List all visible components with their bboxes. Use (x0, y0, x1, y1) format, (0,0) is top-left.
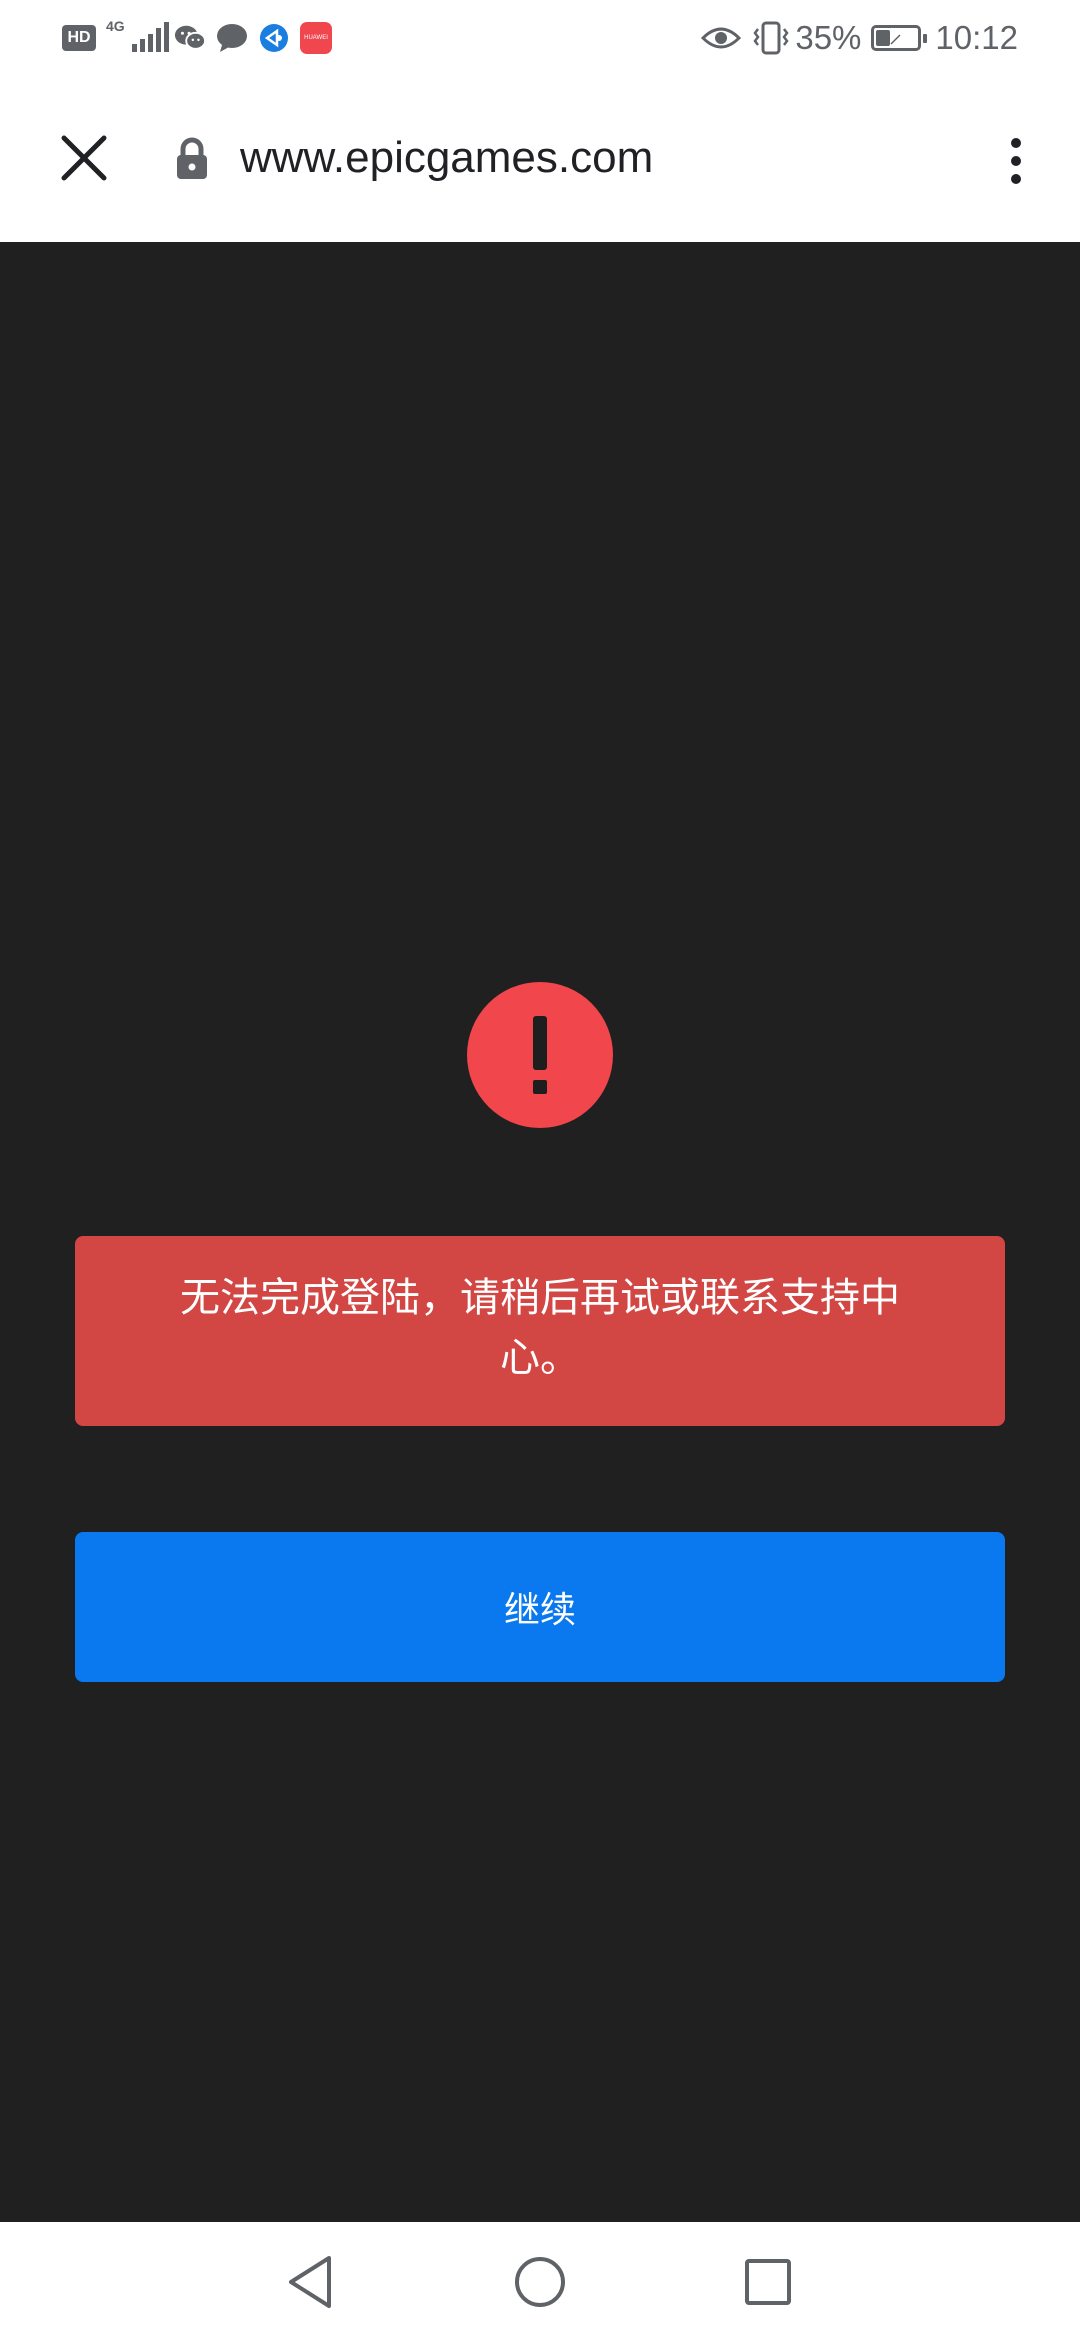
vibrate-icon (753, 21, 789, 55)
huawei-app-icon: HUAWEI (300, 22, 332, 54)
screen: HD 4G HUAWEI 35% 10:12 www.epicgames.com… (0, 0, 1080, 2340)
status-bar: HD 4G HUAWEI 35% 10:12 (0, 0, 1080, 76)
menu-dot (1011, 156, 1021, 166)
exclamation-dot (533, 1080, 547, 1094)
battery-percent: 35% (795, 19, 862, 56)
navigation-bar (0, 2222, 1080, 2340)
clock: 10:12 (935, 19, 1018, 56)
error-message-box: 无法完成登陆，请稍后再试或联系支持中心。 (75, 1236, 1005, 1426)
more-options-button[interactable] (996, 126, 1036, 196)
menu-dot (1011, 174, 1021, 184)
leaf-icon (890, 31, 905, 45)
recents-square-icon (745, 2259, 791, 2305)
status-bar-left: HD 4G HUAWEI (62, 18, 332, 58)
message-icon (216, 22, 248, 54)
recents-button[interactable] (736, 2250, 800, 2314)
continue-button[interactable]: 继续 (75, 1532, 1005, 1682)
url-text[interactable]: www.epicgames.com (240, 128, 653, 188)
eye-icon (701, 27, 742, 49)
hd-badge: HD (62, 25, 96, 51)
exclamation-icon (467, 982, 613, 1128)
back-triangle-icon (289, 2256, 331, 2308)
signal-icon: 4G (106, 18, 169, 58)
close-icon (61, 135, 107, 181)
menu-dot (1011, 138, 1021, 148)
error-message: 无法完成登陆，请稍后再试或联系支持中心。 (180, 1275, 900, 1381)
home-circle-icon (515, 2257, 565, 2307)
network-type-label: 4G (106, 18, 125, 34)
exclamation-bar (533, 1016, 547, 1070)
wechat-icon (174, 22, 206, 54)
signal-bars (132, 22, 172, 52)
web-content: 无法完成登陆，请稍后再试或联系支持中心。 继续 (0, 242, 1080, 2222)
browser-app-icon (258, 22, 290, 54)
home-button[interactable] (508, 2250, 572, 2314)
lock-icon (177, 137, 207, 179)
status-bar-right: 35% 10:12 (701, 18, 1018, 58)
browser-toolbar: www.epicgames.com (0, 76, 1080, 242)
close-button[interactable] (52, 126, 116, 190)
back-button[interactable] (278, 2250, 342, 2314)
battery-icon (871, 25, 928, 51)
